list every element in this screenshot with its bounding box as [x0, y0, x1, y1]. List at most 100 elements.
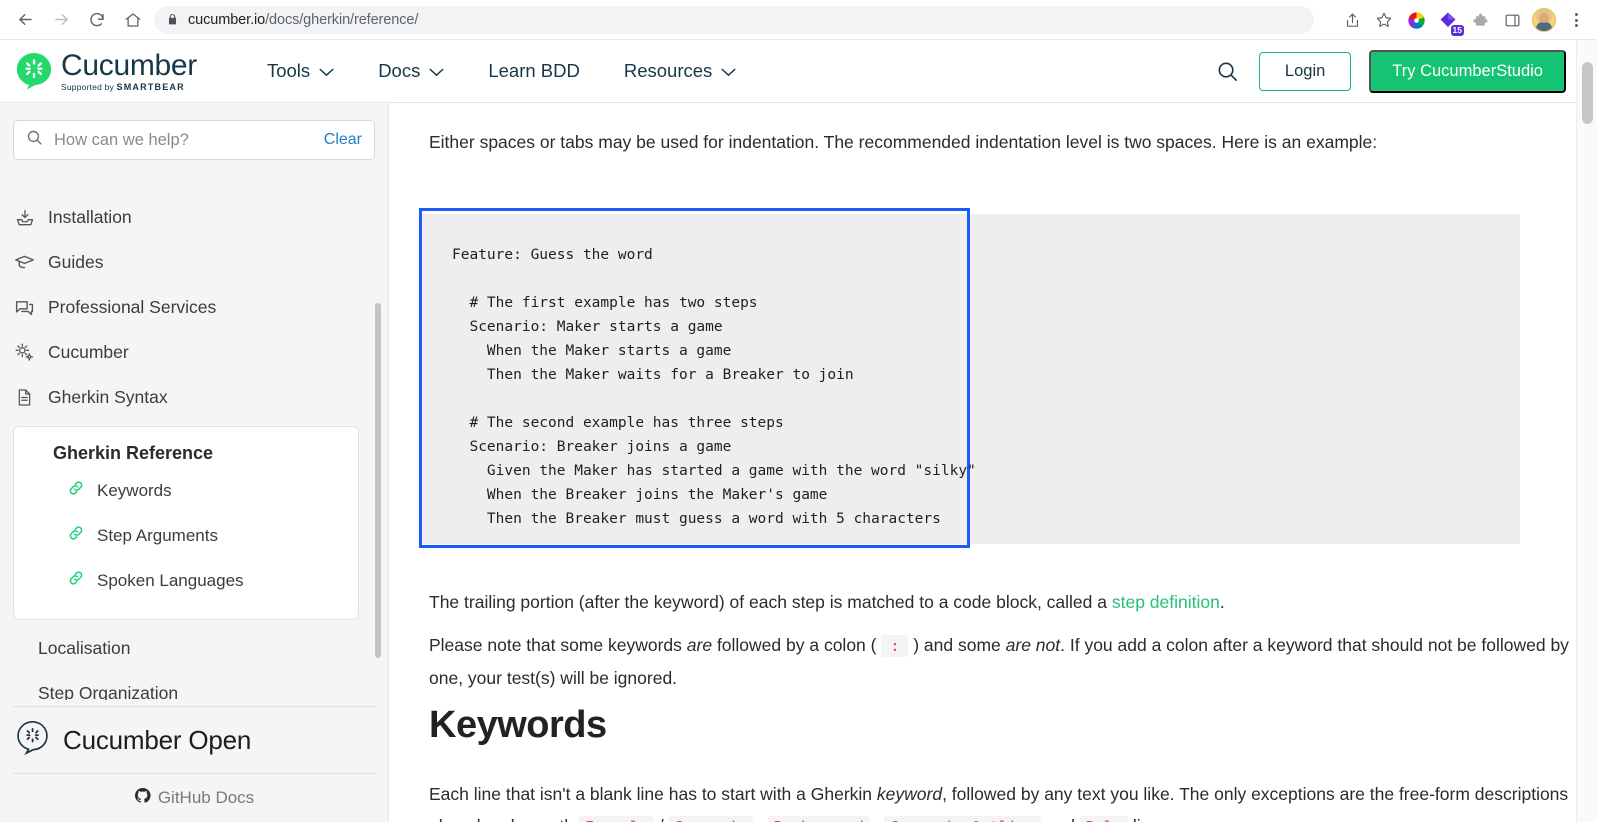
main-nav: Tools Docs Learn BDD Resources [267, 60, 736, 82]
page-scrollbar-thumb[interactable] [1582, 62, 1593, 124]
github-icon [134, 787, 151, 809]
link-chain-icon [67, 524, 85, 547]
sidebar-subitem-spoken-languages[interactable]: Spoken Languages [14, 558, 358, 603]
sidebar-item-professional-services[interactable]: Professional Services [0, 285, 388, 330]
sidebar-nav-list: Installation Guides Professional Service… [0, 177, 388, 700]
header-actions: Login Try CucumberStudio [1215, 40, 1566, 103]
bookmark-star-icon[interactable] [1369, 5, 1399, 35]
paragraph-step-definition: The trailing portion (after the keyword)… [389, 586, 1597, 618]
sidebar-subitem-label: Spoken Languages [97, 571, 244, 591]
logo-sub-prefix: Supported by [61, 82, 114, 92]
chevron-down-icon [429, 60, 444, 82]
cucumber-open-link[interactable]: Cucumber Open [0, 707, 388, 773]
nav-item-learn-bdd[interactable]: Learn BDD [488, 60, 580, 82]
chrome-menu-icon[interactable] [1561, 5, 1591, 35]
sidebar-scrollbar[interactable] [375, 303, 381, 658]
sidebar-item-installation[interactable]: Installation [0, 195, 388, 240]
inline-code-colon: : [881, 635, 908, 657]
sidebar-item-cucumber[interactable]: Cucumber [0, 330, 388, 375]
back-arrow-icon[interactable] [10, 5, 40, 35]
inline-code-background: Background [768, 816, 870, 822]
purple-diamond-extension-icon[interactable]: 15 [1433, 5, 1463, 35]
sidebar-subitem-keywords[interactable]: Keywords [14, 468, 358, 513]
forward-arrow-icon[interactable] [46, 5, 76, 35]
github-docs-link[interactable]: GitHub Docs [0, 774, 388, 822]
p1-text-b: . [1220, 592, 1225, 612]
gherkin-code-block: Feature: Guess the word # The first exam… [422, 214, 1520, 544]
sidebar-item-label: Cucumber [48, 342, 129, 363]
chevron-down-icon [721, 60, 736, 82]
logo-sub-brand: SMARTBEAR [117, 82, 185, 92]
step-definition-link[interactable]: step definition [1112, 592, 1220, 612]
p3-separator: , [753, 816, 768, 822]
inline-code-scenario: Scenario [669, 816, 753, 822]
p3-separator: , [870, 816, 885, 822]
share-icon[interactable] [1337, 5, 1367, 35]
lock-icon [166, 13, 179, 26]
color-wheel-extension-icon[interactable] [1401, 5, 1431, 35]
sidebar-item-label: Professional Services [48, 297, 216, 318]
profile-avatar[interactable] [1529, 5, 1559, 35]
p3-text-a: Each line that isn't a blank line has to… [429, 784, 877, 804]
side-panel-icon[interactable] [1497, 5, 1527, 35]
reload-icon[interactable] [82, 5, 112, 35]
nav-item-resources[interactable]: Resources [624, 60, 736, 82]
p2-emphasis-are-not: are not [1006, 635, 1060, 655]
p2-emphasis-are: are [687, 635, 712, 655]
web-page: Cucumber Supported by SMARTBEAR Tools Do… [0, 40, 1597, 822]
p3-separator: / [654, 816, 669, 822]
github-docs-label: GitHub Docs [158, 788, 254, 808]
sidebar-item-localisation[interactable]: Localisation [0, 626, 388, 671]
home-icon[interactable] [118, 5, 148, 35]
cucumber-logo[interactable]: Cucumber Supported by SMARTBEAR [0, 51, 197, 92]
site-header: Cucumber Supported by SMARTBEAR Tools Do… [0, 40, 1576, 103]
sidebar-item-guides[interactable]: Guides [0, 240, 388, 285]
p1-text-a: The trailing portion (after the keyword)… [429, 592, 1112, 612]
url-text: cucumber.io/docs/gherkin/reference/ [188, 12, 418, 28]
nav-label: Tools [267, 60, 310, 82]
inline-code-scenario-outline: Scenario Outline [884, 816, 1041, 822]
sidebar-footer: Cucumber Open GitHub Docs [0, 706, 388, 822]
graduation-cap-icon [14, 252, 35, 273]
page-body: Clear Installation Guides [0, 103, 1597, 822]
inline-code-rule: Rule [1080, 816, 1128, 822]
puzzle-extensions-icon[interactable] [1465, 5, 1495, 35]
search-icon[interactable] [1215, 59, 1241, 85]
p3-emphasis-keyword: keyword [877, 784, 942, 804]
docs-sidebar: Clear Installation Guides [0, 103, 389, 822]
sidebar-item-label: Guides [48, 252, 103, 273]
browser-chrome: cucumber.io/docs/gherkin/reference/ 15 [0, 0, 1597, 40]
sidebar-item-step-organization[interactable]: Step Organization [0, 671, 388, 700]
paragraph-keywords-intro: Each line that isn't a blank line has to… [389, 778, 1597, 822]
nav-item-docs[interactable]: Docs [378, 60, 444, 82]
cucumber-open-label: Cucumber Open [63, 725, 251, 756]
browser-toolbar-icons: 15 [1337, 0, 1597, 40]
gherkin-reference-subcard: Gherkin Reference Keywords Step Argumen [13, 426, 359, 620]
paragraph-colon-note: Please note that some keywords are follo… [389, 629, 1597, 694]
keywords-heading: Keywords [429, 704, 607, 747]
sidebar-subitem-step-arguments[interactable]: Step Arguments [14, 513, 358, 558]
sidebar-item-label: Installation [48, 207, 132, 228]
extension-badge-count: 15 [1451, 25, 1464, 36]
link-chain-icon [67, 569, 85, 592]
nav-label: Docs [378, 60, 420, 82]
lead-paragraph: Either spaces or tabs may be used for in… [389, 103, 1597, 155]
sidebar-search-box[interactable]: Clear [13, 120, 375, 160]
clear-search-link[interactable]: Clear [324, 131, 362, 149]
nav-label: Learn BDD [488, 60, 580, 82]
sidebar-nav-scroll: Installation Guides Professional Service… [0, 177, 388, 700]
login-button[interactable]: Login [1259, 52, 1351, 91]
sidebar-subitem-label: Keywords [97, 481, 172, 501]
page-scrollbar[interactable] [1576, 40, 1597, 822]
nav-item-tools[interactable]: Tools [267, 60, 334, 82]
cucumber-logo-icon [16, 52, 52, 90]
link-chain-icon [67, 479, 85, 502]
sidebar-item-gherkin-syntax[interactable]: Gherkin Syntax [0, 375, 388, 420]
url-domain: cucumber.io [188, 12, 265, 28]
try-cucumberstudio-button[interactable]: Try CucumberStudio [1369, 50, 1566, 93]
address-bar[interactable]: cucumber.io/docs/gherkin/reference/ [154, 6, 1314, 34]
cucumber-outline-icon [16, 720, 49, 760]
logo-subtitle: Supported by SMARTBEAR [61, 82, 197, 92]
search-input[interactable] [54, 131, 324, 150]
logo-title: Cucumber [61, 49, 197, 82]
